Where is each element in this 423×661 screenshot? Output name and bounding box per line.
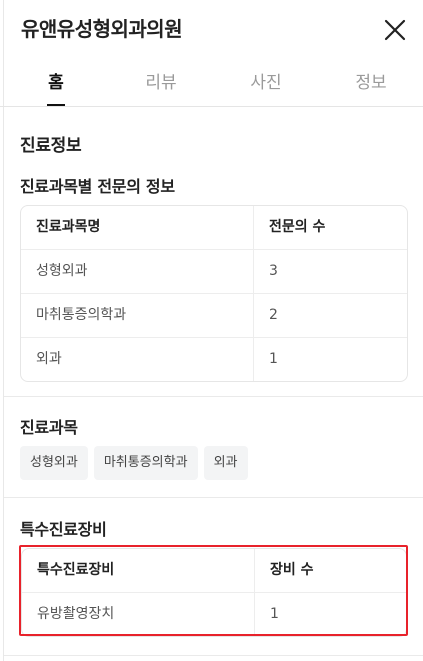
table-cell: 외과	[36, 351, 62, 367]
header-cell: 전문의 수	[269, 219, 326, 235]
departments-title: 진료과목	[20, 418, 78, 437]
table-cell: 마취통증의학과	[36, 307, 127, 323]
table-cell: 성형외과	[36, 263, 88, 279]
table-cell: 1	[270, 606, 279, 622]
table-header-row: 특수진료장비 장비 수	[22, 549, 406, 593]
table-row: 유방촬영장치 1	[22, 593, 406, 636]
table-row: 마취통증의학과 2	[21, 294, 407, 338]
table-cell: 3	[269, 263, 278, 279]
equipment-table: 특수진료장비 장비 수 유방촬영장치 1	[21, 548, 407, 637]
section-title-info: 진료정보	[20, 136, 82, 156]
header-cell: 진료과목명	[36, 219, 101, 235]
department-tag: 성형외과	[20, 446, 88, 480]
table-cell: 2	[269, 307, 278, 323]
table-header-row: 진료과목명 전문의 수	[21, 206, 407, 250]
section-divider	[4, 655, 423, 656]
close-icon[interactable]	[382, 17, 408, 43]
department-tag: 외과	[203, 446, 248, 480]
tab-photos[interactable]: 사진	[226, 68, 306, 93]
tab-reviews[interactable]: 리뷰	[121, 68, 201, 93]
specialists-title: 진료과목별 전문의 정보	[20, 177, 175, 196]
specialists-table: 진료과목명 전문의 수 성형외과 3 마취통증의학과 2 외과 1	[20, 205, 408, 382]
table-row: 성형외과 3	[21, 250, 407, 294]
department-tag: 마취통증의학과	[93, 446, 198, 480]
table-cell: 유방촬영장치	[37, 606, 115, 622]
active-tab-indicator	[47, 104, 65, 106]
header-cell: 장비 수	[270, 562, 314, 578]
section-divider	[4, 497, 423, 498]
page-title: 유앤유성형외과의원	[21, 17, 183, 41]
header-cell: 특수진료장비	[37, 562, 115, 578]
section-divider	[4, 396, 423, 397]
table-row: 외과 1	[21, 338, 407, 381]
table-cell: 1	[269, 351, 278, 367]
tab-info[interactable]: 정보	[331, 68, 411, 93]
header: 유앤유성형외과의원	[0, 0, 423, 58]
tab-bar: 홈 리뷰 사진 정보	[0, 58, 423, 107]
equipment-title: 특수진료장비	[20, 520, 107, 539]
tab-home[interactable]: 홈	[16, 68, 96, 93]
department-tags: 성형외과 마취통증의학과 외과	[20, 446, 254, 480]
